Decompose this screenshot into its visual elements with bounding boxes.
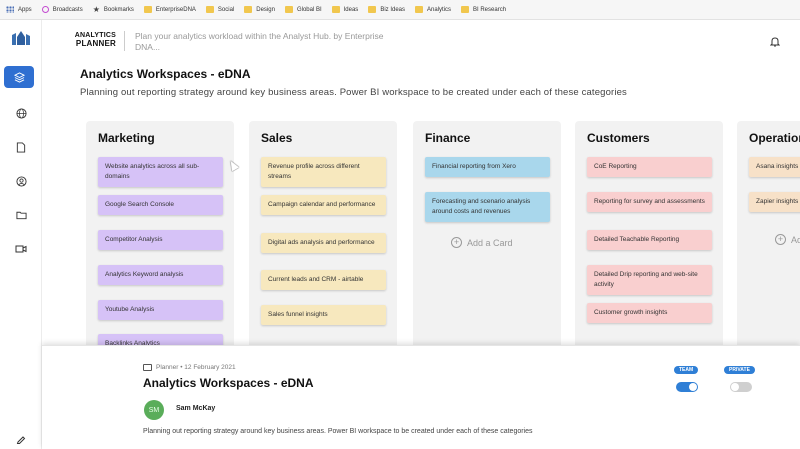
bookmark-broadcasts[interactable]: Broadcasts [41, 6, 83, 13]
card[interactable]: Google Search Console [98, 195, 223, 215]
kanban-board: Marketing Website analytics across all s… [86, 121, 800, 351]
column-title: Customers [587, 131, 650, 145]
folder-icon [461, 6, 470, 13]
card[interactable]: Sales funnel insights [261, 305, 386, 325]
globe-icon[interactable] [12, 104, 30, 122]
folder-icon [368, 6, 377, 13]
toggle-knob [689, 383, 697, 391]
column-operations: Operations Asana insights Zapier insight… [737, 121, 800, 351]
header-tagline: Plan your analytics workload within the … [135, 31, 384, 52]
plus-icon: + [451, 237, 462, 248]
card[interactable]: Customer growth insights [587, 303, 712, 323]
card[interactable]: Digital ads analysis and performance [261, 233, 386, 253]
page-title: Analytics Workspaces - eDNA [80, 67, 251, 81]
add-card-button[interactable]: +Add a Card [451, 237, 513, 248]
card[interactable]: Detailed Drip reporting and web-site act… [587, 265, 712, 295]
folder-icon [331, 6, 340, 13]
page-subtitle: Planning out reporting strategy around k… [80, 87, 627, 98]
bookmarks-bar: Apps Broadcasts ★ Bookmarks EnterpriseDNA… [0, 0, 800, 20]
card[interactable]: Revenue profile across different streams [261, 157, 386, 187]
team-toggle[interactable] [676, 382, 698, 392]
detail-panel: Planner • 12 February 2021 Analytics Wor… [42, 345, 800, 449]
column-customers: Customers CoE Reporting Reporting for su… [575, 121, 723, 351]
card[interactable]: Youtube Analysis [98, 300, 223, 320]
bookmark-apps[interactable]: Apps [6, 6, 32, 13]
bookmark-global-bi[interactable]: Global BI [284, 6, 322, 13]
bookmark-ideas[interactable]: Ideas [331, 6, 358, 13]
sidebar [0, 20, 42, 449]
card[interactable]: Zapier insights [749, 192, 800, 212]
private-badge: PRIVATE [724, 366, 755, 374]
planner-icon [143, 364, 152, 371]
card[interactable]: Asana insights [749, 157, 800, 177]
bookmark-biz-ideas[interactable]: Biz Ideas [368, 6, 405, 13]
app-logo-icon[interactable] [11, 29, 31, 47]
card[interactable]: Competitor Analysis [98, 230, 223, 250]
card[interactable]: Campaign calendar and performance [261, 195, 386, 215]
bookmark-analytics[interactable]: Analytics [415, 6, 451, 13]
folder-icon [244, 6, 253, 13]
card[interactable]: Detailed Teachable Reporting [587, 230, 712, 250]
private-toggle[interactable] [730, 382, 752, 392]
layers-icon[interactable] [4, 66, 34, 88]
column-title: Sales [261, 131, 293, 145]
card[interactable]: Financial reporting from Xero [425, 157, 550, 177]
apps-grid-icon [6, 6, 14, 13]
add-card-button[interactable]: +Add a Card [775, 234, 800, 245]
folder-icon [415, 6, 423, 13]
column-finance: Finance Financial reporting from Xero Fo… [413, 121, 561, 351]
pen-icon[interactable] [12, 430, 30, 448]
card[interactable]: Website analytics across all sub-domains [98, 157, 223, 187]
star-icon: ★ [92, 5, 100, 14]
card[interactable]: CoE Reporting [587, 157, 712, 177]
detail-description: Planning out reporting strategy around k… [143, 428, 533, 435]
column-sales: Sales Revenue profile across different s… [249, 121, 397, 351]
video-icon[interactable] [12, 240, 30, 258]
user-circle-icon[interactable] [12, 172, 30, 190]
avatar[interactable]: SM [144, 400, 164, 420]
header-divider [124, 31, 125, 51]
folder-icon[interactable] [12, 206, 30, 224]
column-title: Operations [749, 131, 800, 145]
bookmark-design[interactable]: Design [244, 6, 275, 13]
bookmark-bi-research[interactable]: BI Research [461, 6, 506, 13]
folder-icon [284, 6, 293, 13]
bookmark-social[interactable]: Social [205, 6, 234, 13]
plus-icon: + [775, 234, 786, 245]
card[interactable]: Reporting for survey and assessments [587, 192, 712, 212]
author-name[interactable]: Sam McKay [176, 405, 215, 412]
column-marketing: Marketing Website analytics across all s… [86, 121, 234, 351]
card[interactable]: Current leads and CRM - airtable [261, 270, 386, 290]
folder-icon [143, 6, 152, 13]
card[interactable]: Analytics Keyword analysis [98, 265, 223, 285]
team-badge: TEAM [674, 366, 699, 374]
detail-title: Analytics Workspaces - eDNA [143, 376, 314, 390]
app-brand: ANALYTICS PLANNER [74, 32, 116, 48]
toggle-knob [731, 383, 739, 391]
card[interactable]: Forecasting and scenario analysis around… [425, 192, 550, 222]
bookmark-bookmarks[interactable]: ★ Bookmarks [92, 5, 134, 14]
bell-icon[interactable] [769, 36, 781, 50]
document-icon[interactable] [12, 138, 30, 156]
meta-line: Planner • 12 February 2021 [143, 364, 236, 371]
column-title: Finance [425, 131, 471, 145]
column-title: Marketing [98, 131, 155, 145]
bookmark-enterprisedna[interactable]: EnterpriseDNA [143, 6, 196, 13]
folder-icon [205, 6, 214, 13]
broadcast-icon [41, 6, 49, 13]
